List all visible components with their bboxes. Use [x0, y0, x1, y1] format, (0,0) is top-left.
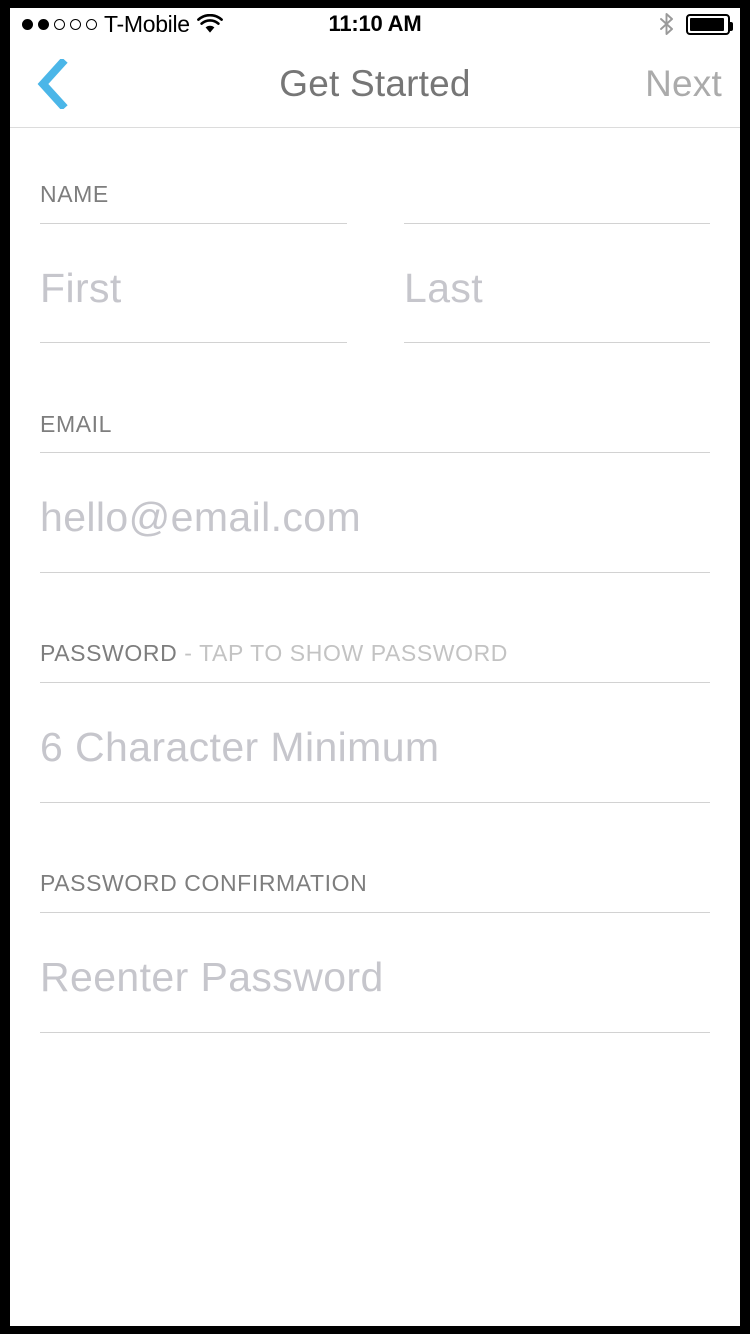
signup-form: NAME First Last EMAIL hello@email.com PA…: [10, 129, 740, 1326]
name-bottom-rule-right: [404, 342, 710, 343]
page-title: Get Started: [279, 63, 471, 104]
name-bottom-rule-left: [40, 342, 347, 343]
password-confirmation-placeholder: Reenter Password: [40, 954, 384, 1000]
status-bar: T-Mobile 11:10 AM: [10, 8, 740, 40]
name-label: NAME: [40, 181, 109, 207]
password-label[interactable]: PASSWORD - TAP TO SHOW PASSWORD: [40, 640, 508, 667]
email-placeholder: hello@email.com: [40, 494, 362, 540]
app-screen: T-Mobile 11:10 AM Get Started Next NAME …: [10, 8, 740, 1326]
tap-to-show-password-hint: - TAP TO SHOW PASSWORD: [177, 640, 509, 666]
battery-icon: [686, 13, 733, 35]
device-frame: T-Mobile 11:10 AM Get Started Next NAME …: [0, 0, 750, 1334]
email-label: EMAIL: [40, 411, 113, 437]
password-placeholder: 6 Character Minimum: [40, 724, 440, 770]
status-bar-center: 11:10 AM: [10, 8, 740, 40]
password-top-rule: [40, 682, 710, 683]
password-confirmation-top-rule: [40, 912, 710, 913]
password-confirmation-bottom-rule: [40, 1032, 710, 1033]
email-bottom-rule: [40, 572, 710, 573]
bluetooth-icon: [659, 13, 674, 35]
navigation-bar: Get Started Next: [10, 40, 740, 128]
password-confirmation-label: PASSWORD CONFIRMATION: [40, 870, 368, 896]
clock-label: 11:10 AM: [328, 11, 422, 36]
first-name-placeholder: First: [40, 265, 122, 311]
battery-fill: [690, 17, 724, 31]
last-name-placeholder: Last: [404, 265, 484, 311]
name-top-rule-right: [404, 223, 710, 224]
next-button[interactable]: Next: [645, 40, 722, 128]
name-top-rule-left: [40, 223, 347, 224]
status-bar-right: [659, 8, 733, 40]
password-bottom-rule: [40, 802, 710, 803]
email-top-rule: [40, 452, 710, 453]
